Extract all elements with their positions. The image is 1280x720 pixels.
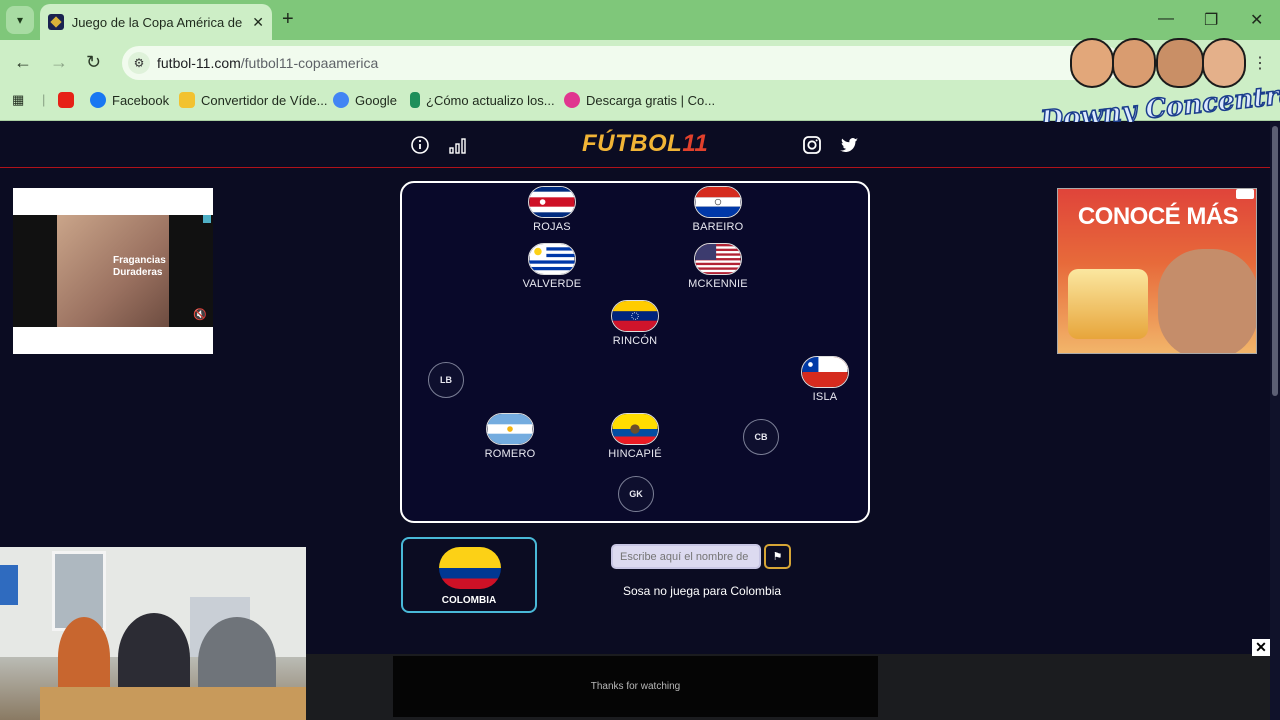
player-name: HINCAPIÉ [608,448,662,460]
paraguay-flag-icon [694,186,742,218]
converter-icon [179,92,195,108]
ad-choices-icon[interactable] [1236,189,1254,199]
google-icon [333,92,349,108]
restore-button[interactable]: ❐ [1204,10,1218,30]
player-name: RINCÓN [612,335,658,347]
forward-arrow-icon[interactable]: → [50,52,68,73]
lineup-pitch [400,181,870,523]
stats-icon[interactable] [448,135,468,155]
minimize-button[interactable]: — [1158,10,1174,28]
url-text[interactable]: futbol-11.com/futbol11-copaamerica [157,55,378,71]
bookmark-google[interactable]: Google [333,92,397,108]
site-favicon [48,14,64,30]
sticky-ad-text: Thanks for watching [590,681,681,692]
player-name-input[interactable] [611,544,761,569]
apps-grid-icon[interactable]: ▦ [12,92,24,108]
left-video-ad[interactable]: Fragancias Duraderas 🔇 [13,188,213,354]
back-arrow-icon[interactable]: ← [14,52,32,73]
empty-slot-gk[interactable]: GK [618,476,654,512]
current-team-card: COLOMBIA [401,537,537,613]
mute-icon[interactable]: 🔇 [193,308,207,321]
player-name: VALVERDE [522,278,582,290]
usa-flag-icon [694,243,742,275]
ad-video[interactable]: Fragancias Duraderas 🔇 [13,215,213,327]
tab-title: Juego de la Copa América de F [71,14,247,30]
empty-slot-cb[interactable]: CB [743,419,779,455]
colombia-flag-icon [439,547,501,589]
team-name: COLOMBIA [441,595,497,606]
site-settings-icon[interactable]: ⚙ [128,52,150,74]
uruguay-flag-icon [528,243,576,275]
channel-watermark-logo: Downy Concentrao [1038,32,1280,137]
scrollbar-thumb[interactable] [1272,126,1278,396]
info-icon[interactable] [410,135,430,155]
ad-headline: CONOCÉ MÁS [1077,203,1239,230]
ecuador-flag-icon [611,413,659,445]
ad-person-image [1158,249,1256,353]
right-banner-ad[interactable]: CONOCÉ MÁS [1057,188,1257,354]
webcam-overlay [0,547,306,720]
bookmark-update[interactable]: ¿Cómo actualizo los... [410,92,555,108]
download-icon [564,92,580,108]
cartoon-faces-icon [1070,32,1250,92]
twitter-icon[interactable] [839,135,859,155]
costa-rica-flag-icon [528,186,576,218]
player-slot-valverde[interactable]: VALVERDE [520,243,584,290]
tab-close-icon[interactable]: ✕ [252,14,264,31]
player-slot-isla[interactable]: ISLA [799,356,851,403]
bookmark-facebook[interactable]: Facebook [90,92,169,108]
player-name: ROMERO [484,448,536,460]
player-slot-hincapie[interactable]: HINCAPIÉ [603,413,667,460]
player-slot-bareiro[interactable]: BAREIRO [687,186,749,233]
facebook-icon [90,92,106,108]
flag-icon: ⚑ [772,551,783,563]
argentina-flag-icon [486,413,534,445]
bookmark-divider: | [42,92,46,107]
player-slot-mckennie[interactable]: MCKENNIE [684,243,752,290]
instagram-icon[interactable] [802,135,822,155]
bookmark-converter[interactable]: Convertidor de Víde... [179,92,327,108]
bookmark-download[interactable]: Descarga gratis | Co... [564,92,715,108]
player-name: BAREIRO [692,221,744,233]
webcam-person [58,617,110,697]
ad-info-icon[interactable] [203,215,211,223]
chile-flag-icon [801,356,849,388]
close-ad-button[interactable]: ✕ [1252,639,1270,656]
tab-search-button[interactable]: ▾ [6,6,34,34]
venezuela-flag-icon [611,300,659,332]
new-tab-button[interactable]: + [282,8,294,31]
player-slot-rincon[interactable]: RINCÓN [607,300,663,347]
ad-beer-glass-image [1068,269,1148,339]
player-slot-romero[interactable]: ROMERO [480,413,540,460]
player-slot-rojas[interactable]: ROJAS [526,186,578,233]
give-up-flag-button[interactable]: ⚑ [764,544,791,569]
player-name: MCKENNIE [688,278,748,290]
browser-tab[interactable]: Juego de la Copa América de F ✕ [40,4,272,40]
bookmark-youtube[interactable] [58,92,80,108]
site-logo[interactable]: FÚTBOL11 [582,130,708,158]
feedback-message: Sosa no juega para Colombia [622,584,782,598]
ad-text: Fragancias Duraderas [113,255,166,278]
update-icon [410,92,420,108]
player-name: ROJAS [533,221,571,233]
youtube-icon [58,92,74,108]
reload-icon[interactable]: ↻ [86,52,101,73]
empty-slot-lb[interactable]: LB [428,362,464,398]
player-name: ISLA [812,391,838,403]
close-window-button[interactable]: ✕ [1250,10,1263,30]
